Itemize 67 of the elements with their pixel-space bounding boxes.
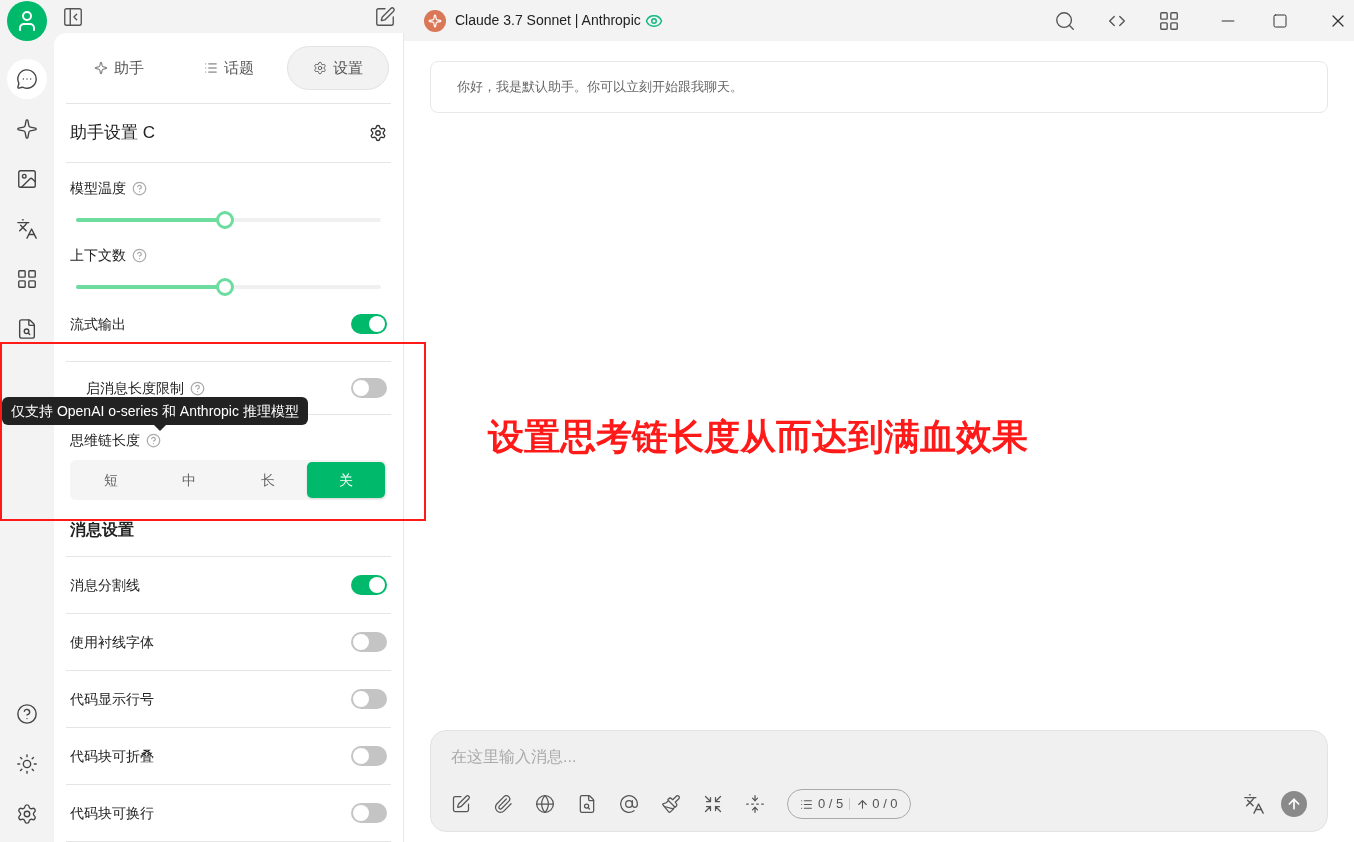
toggle-switch[interactable] (351, 575, 387, 595)
sun-icon (16, 753, 38, 775)
greeting-message: 你好，我是默认助手。你可以立刻开始跟我聊天。 (457, 78, 743, 97)
send-button[interactable] (1281, 791, 1307, 817)
setting-label: 上下文数 (70, 246, 126, 265)
list-icon (203, 61, 218, 75)
at-icon[interactable] (619, 794, 639, 814)
setting-label: 使用衬线字体 (70, 632, 154, 652)
fold-icon[interactable] (745, 794, 765, 814)
edit-icon[interactable] (451, 794, 471, 814)
document-search-icon (16, 318, 38, 340)
settings-icon (16, 803, 38, 825)
grid-icon[interactable] (1158, 9, 1180, 32)
tab[interactable]: 设置 (287, 46, 389, 90)
annotation-text: 设置思考链长度从而达到满血效果 (488, 415, 1028, 459)
paperclip-icon[interactable] (493, 794, 513, 814)
tab[interactable]: 话题 (177, 46, 280, 90)
section-title: 消息设置 (70, 521, 134, 538)
sidebar-item[interactable] (7, 59, 47, 99)
collapse-sidebar-icon[interactable] (62, 5, 84, 28)
toggle-switch[interactable] (351, 689, 387, 709)
arrow-up-icon (856, 797, 870, 811)
slider[interactable] (76, 211, 381, 229)
setting-label: 启消息长度限制 (86, 378, 184, 398)
slider[interactable] (76, 278, 381, 296)
sparkle-icon (94, 61, 108, 75)
toggle-switch[interactable] (351, 632, 387, 652)
chat-icon (16, 68, 38, 90)
segment-option[interactable]: 中 (150, 462, 229, 498)
maximize-icon[interactable] (1272, 12, 1288, 29)
search-icon[interactable] (1054, 9, 1076, 32)
context-count: 0 / 5 (818, 795, 844, 814)
token-count: 0 / 0 (872, 795, 898, 814)
setting-label: 消息分割线 (70, 575, 140, 595)
broom-icon[interactable] (661, 794, 681, 814)
sparkle-icon (16, 118, 38, 140)
settings-icon[interactable] (369, 124, 387, 142)
translate-icon (16, 218, 38, 240)
toggle-switch[interactable] (351, 803, 387, 823)
setting-label: 模型温度 (70, 179, 126, 198)
model-title[interactable]: Claude 3.7 Sonnet | Anthropic (455, 10, 641, 31)
new-chat-icon[interactable] (374, 5, 396, 28)
setting-label: 代码块可换行 (70, 803, 154, 823)
setting-label: 代码显示行号 (70, 689, 154, 709)
help-icon (16, 703, 38, 725)
list-icon (800, 797, 813, 811)
message-input[interactable]: 在这里输入消息... (451, 744, 1307, 770)
segment-option[interactable]: 长 (228, 462, 307, 498)
toggle-switch[interactable] (351, 378, 387, 398)
tab[interactable]: 助手 (68, 46, 170, 90)
toggle-switch[interactable] (351, 746, 387, 766)
setting-label: 思维链长度 (70, 431, 140, 450)
document-search-icon[interactable] (577, 794, 597, 814)
image-icon (16, 168, 38, 190)
section-title: 助手设置 C (70, 122, 155, 145)
segment-option[interactable]: 短 (72, 462, 151, 498)
setting-label: 代码块可折叠 (70, 746, 154, 766)
translate-icon[interactable] (1243, 793, 1265, 815)
shrink-icon[interactable] (703, 794, 723, 814)
model-logo (424, 9, 446, 32)
toggle-switch[interactable] (351, 314, 387, 334)
setting-label: 流式输出 (70, 315, 126, 334)
tooltip-text: 仅支持 OpenAI o-series 和 Anthropic 推理模型 (11, 402, 299, 421)
grid-icon (16, 268, 38, 290)
settings-icon (313, 61, 327, 75)
globe-icon[interactable] (535, 794, 555, 814)
avatar[interactable] (7, 1, 47, 41)
